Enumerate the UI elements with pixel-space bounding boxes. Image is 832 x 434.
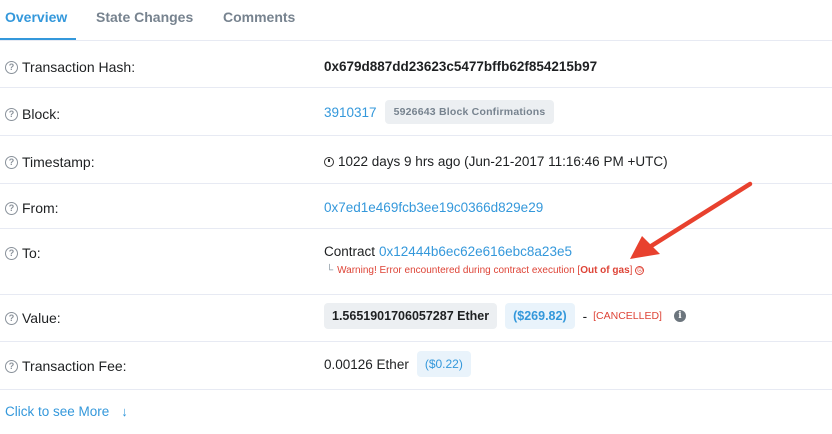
tab-comments[interactable]: Comments (223, 9, 295, 25)
active-tab-indicator (0, 38, 76, 40)
timestamp-value: 1022 days 9 hrs ago (Jun-21-2017 11:16:4… (338, 154, 668, 169)
help-icon[interactable]: ? (5, 201, 18, 215)
value-label: Value: (22, 310, 61, 326)
help-icon[interactable]: ? (5, 359, 18, 373)
fee-row: ? Transaction Fee: 0.00126 Ether ($0.22) (0, 342, 832, 390)
to-contract-link[interactable]: 0x12444b6ec62e616ebc8a23e5 (379, 244, 572, 259)
warning-text: Warning! Error encountered during contra… (337, 265, 581, 276)
help-icon[interactable]: ? (5, 60, 18, 74)
tab-state-changes[interactable]: State Changes (96, 9, 193, 25)
elbow-connector-icon: └ (326, 265, 334, 276)
value-usd-amount: ($269.82) (505, 303, 575, 329)
block-confirmations-badge: 5926643 Block Confirmations (384, 100, 555, 124)
cancelled-status: [CANCELLED] (593, 310, 662, 322)
timestamp-value-wrap: 1022 days 9 hrs ago (Jun-21-2017 11:16:4… (324, 154, 668, 169)
tx-hash-label-wrap: ? Transaction Hash: (5, 59, 135, 75)
value-label-wrap: ? Value: (5, 310, 61, 326)
help-icon[interactable]: ? (5, 107, 18, 121)
tx-hash-row: ? Transaction Hash: 0x679d887dd23623c547… (0, 41, 832, 88)
help-icon[interactable]: ? (5, 311, 18, 325)
see-more-label: Click to see More (5, 404, 110, 419)
from-label: From: (22, 200, 59, 216)
tx-hash-value-wrap: 0x679d887dd23623c5477bffb62f854215b97 (324, 59, 597, 74)
tx-hash-label: Transaction Hash: (22, 59, 136, 75)
annotation-arrow-icon (630, 181, 753, 259)
fee-label-wrap: ? Transaction Fee: (5, 358, 127, 374)
fee-label: Transaction Fee: (22, 358, 127, 374)
info-icon[interactable]: i (673, 310, 686, 322)
timestamp-label: Timestamp: (22, 154, 95, 170)
clock-icon (324, 156, 334, 167)
timestamp-row: ? Timestamp: 1022 days 9 hrs ago (Jun-21… (0, 136, 832, 184)
tab-overview[interactable]: Overview (5, 9, 67, 25)
help-icon[interactable]: ? (5, 155, 18, 169)
block-label-wrap: ? Block: (5, 106, 60, 122)
execution-warning: └ Warning! Error encountered during cont… (326, 265, 645, 276)
fee-value-wrap: 0.00126 Ether ($0.22) (324, 351, 471, 377)
block-number-link[interactable]: 3910317 (324, 105, 377, 120)
value-dash: - (582, 308, 588, 324)
block-value-wrap: 3910317 5926643 Block Confirmations (324, 100, 555, 124)
sad-face-icon: ☹ (635, 266, 645, 275)
to-contract-prefix: Contract (324, 244, 376, 259)
block-row: ? Block: 3910317 5926643 Block Confirmat… (0, 88, 832, 136)
fee-ether-amount: 0.00126 Ether (324, 356, 409, 372)
to-label: To: (22, 245, 41, 261)
fee-usd-amount: ($0.22) (416, 351, 471, 377)
help-icon[interactable]: ? (5, 246, 18, 260)
from-address-link[interactable]: 0x7ed1e469fcb3ee19c0366d829e29 (324, 200, 543, 215)
tab-bar: Overview State Changes Comments (0, 0, 832, 41)
to-value-wrap: Contract 0x12444b6ec62e616ebc8a23e5 (324, 244, 572, 259)
tx-hash-value: 0x679d887dd23623c5477bffb62f854215b97 (324, 59, 598, 74)
warning-text-end: ] (629, 265, 633, 276)
value-ether-amount: 1.5651901706057287 Ether (324, 303, 498, 329)
arrow-down-icon: ↓ (121, 404, 128, 419)
from-label-wrap: ? From: (5, 200, 59, 216)
block-label: Block: (22, 106, 61, 122)
click-to-see-more-link[interactable]: Click to see More ↓ (5, 404, 128, 419)
from-value-wrap: 0x7ed1e469fcb3ee19c0366d829e29 (324, 200, 543, 215)
timestamp-label-wrap: ? Timestamp: (5, 154, 95, 170)
out-of-gas-text: Out of gas (580, 265, 630, 276)
to-label-wrap: ? To: (5, 245, 41, 261)
value-value-wrap: 1.5651901706057287 Ether ($269.82) - [CA… (324, 303, 686, 329)
value-row: ? Value: 1.5651901706057287 Ether ($269.… (0, 295, 832, 342)
